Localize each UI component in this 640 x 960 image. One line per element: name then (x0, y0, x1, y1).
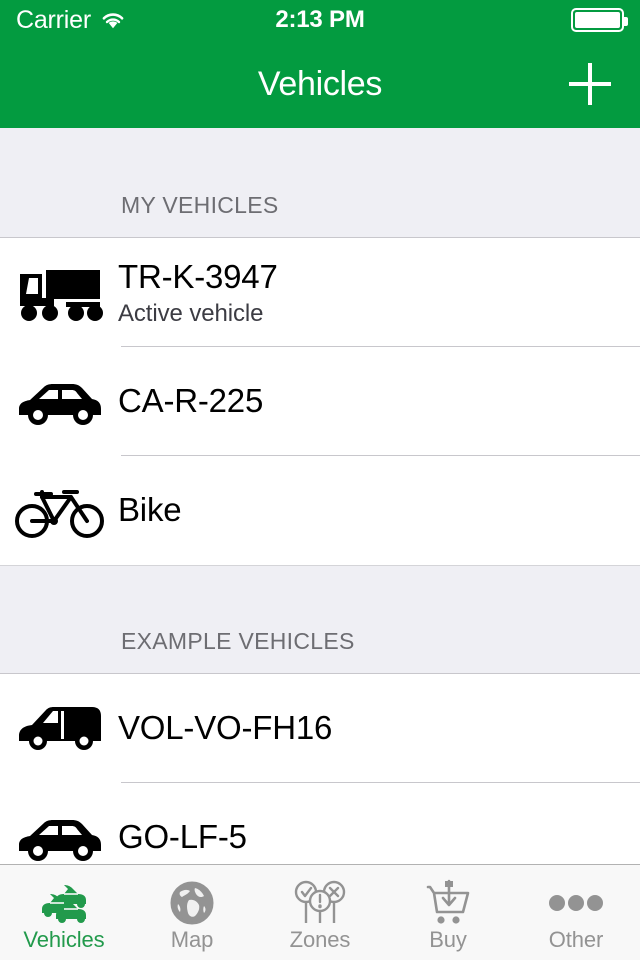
vehicles-list[interactable]: MY VEHICLES TR-K-3947 Active vehicle CA-… (0, 128, 640, 864)
list-item-text: GO-LF-5 (106, 818, 247, 857)
zone-signs-icon (292, 879, 348, 927)
section-header-example-vehicles: EXAMPLE VEHICLES (0, 565, 640, 674)
truck-icon (14, 264, 106, 322)
status-bar: Carrier 2:13 PM (0, 0, 640, 40)
page-title: Vehicles (257, 64, 383, 103)
bicycle-icon (14, 481, 106, 541)
shopping-cart-icon (422, 879, 474, 927)
tab-label: Zones (289, 926, 351, 952)
tab-label: Other (548, 926, 604, 952)
tab-zones[interactable]: Zones (256, 865, 384, 960)
vehicle-name: TR-K-3947 (118, 257, 278, 295)
navigation-bar: Vehicles (0, 40, 640, 128)
vehicle-name: VOL-VO-FH16 (118, 709, 333, 747)
tab-bar: Vehicles Map Zones Buy Other (0, 864, 640, 960)
status-bar-right (571, 8, 628, 32)
van-icon (14, 703, 106, 755)
list-item-text: TR-K-3947 Active vehicle (106, 258, 278, 327)
list-item-text: Bike (106, 491, 182, 530)
list-item-vehicle[interactable]: CA-R-225 (0, 347, 640, 456)
add-vehicle-button[interactable] (562, 56, 618, 112)
list-item-vehicle[interactable]: Bike (0, 456, 640, 565)
carrier-label: Carrier (16, 5, 91, 34)
vehicle-name: Bike (118, 491, 182, 529)
plus-icon (567, 61, 613, 107)
vehicle-status: Active vehicle (118, 299, 264, 327)
list-item-vehicle[interactable]: VOL-VO-FH16 (0, 674, 640, 783)
tab-other[interactable]: Other (512, 865, 640, 960)
status-bar-left: Carrier (16, 5, 126, 34)
vehicle-name: GO-LF-5 (118, 818, 247, 856)
wifi-icon (100, 11, 126, 30)
list-item-text: CA-R-225 (106, 382, 263, 421)
tab-label: Buy (429, 926, 467, 952)
ellipsis-icon (548, 879, 604, 927)
list-item-vehicle[interactable]: GO-LF-5 (0, 783, 640, 864)
car-icon (14, 814, 106, 862)
cars-icon (34, 879, 94, 927)
list-item-text: VOL-VO-FH16 (106, 709, 332, 748)
tab-vehicles[interactable]: Vehicles (0, 865, 128, 960)
section-header-my-vehicles: MY VEHICLES (0, 128, 640, 238)
tab-label: Map (170, 926, 214, 952)
list-item-vehicle[interactable]: TR-K-3947 Active vehicle (0, 238, 640, 347)
car-icon (14, 378, 106, 426)
tab-label: Vehicles (23, 926, 105, 952)
tab-buy[interactable]: Buy (384, 865, 512, 960)
vehicle-name: CA-R-225 (118, 382, 264, 420)
globe-icon (169, 879, 215, 927)
app-screen: Carrier 2:13 PM Vehicles MY VEHICLES TR-… (0, 0, 640, 960)
tab-map[interactable]: Map (128, 865, 256, 960)
battery-full-icon (571, 8, 628, 32)
